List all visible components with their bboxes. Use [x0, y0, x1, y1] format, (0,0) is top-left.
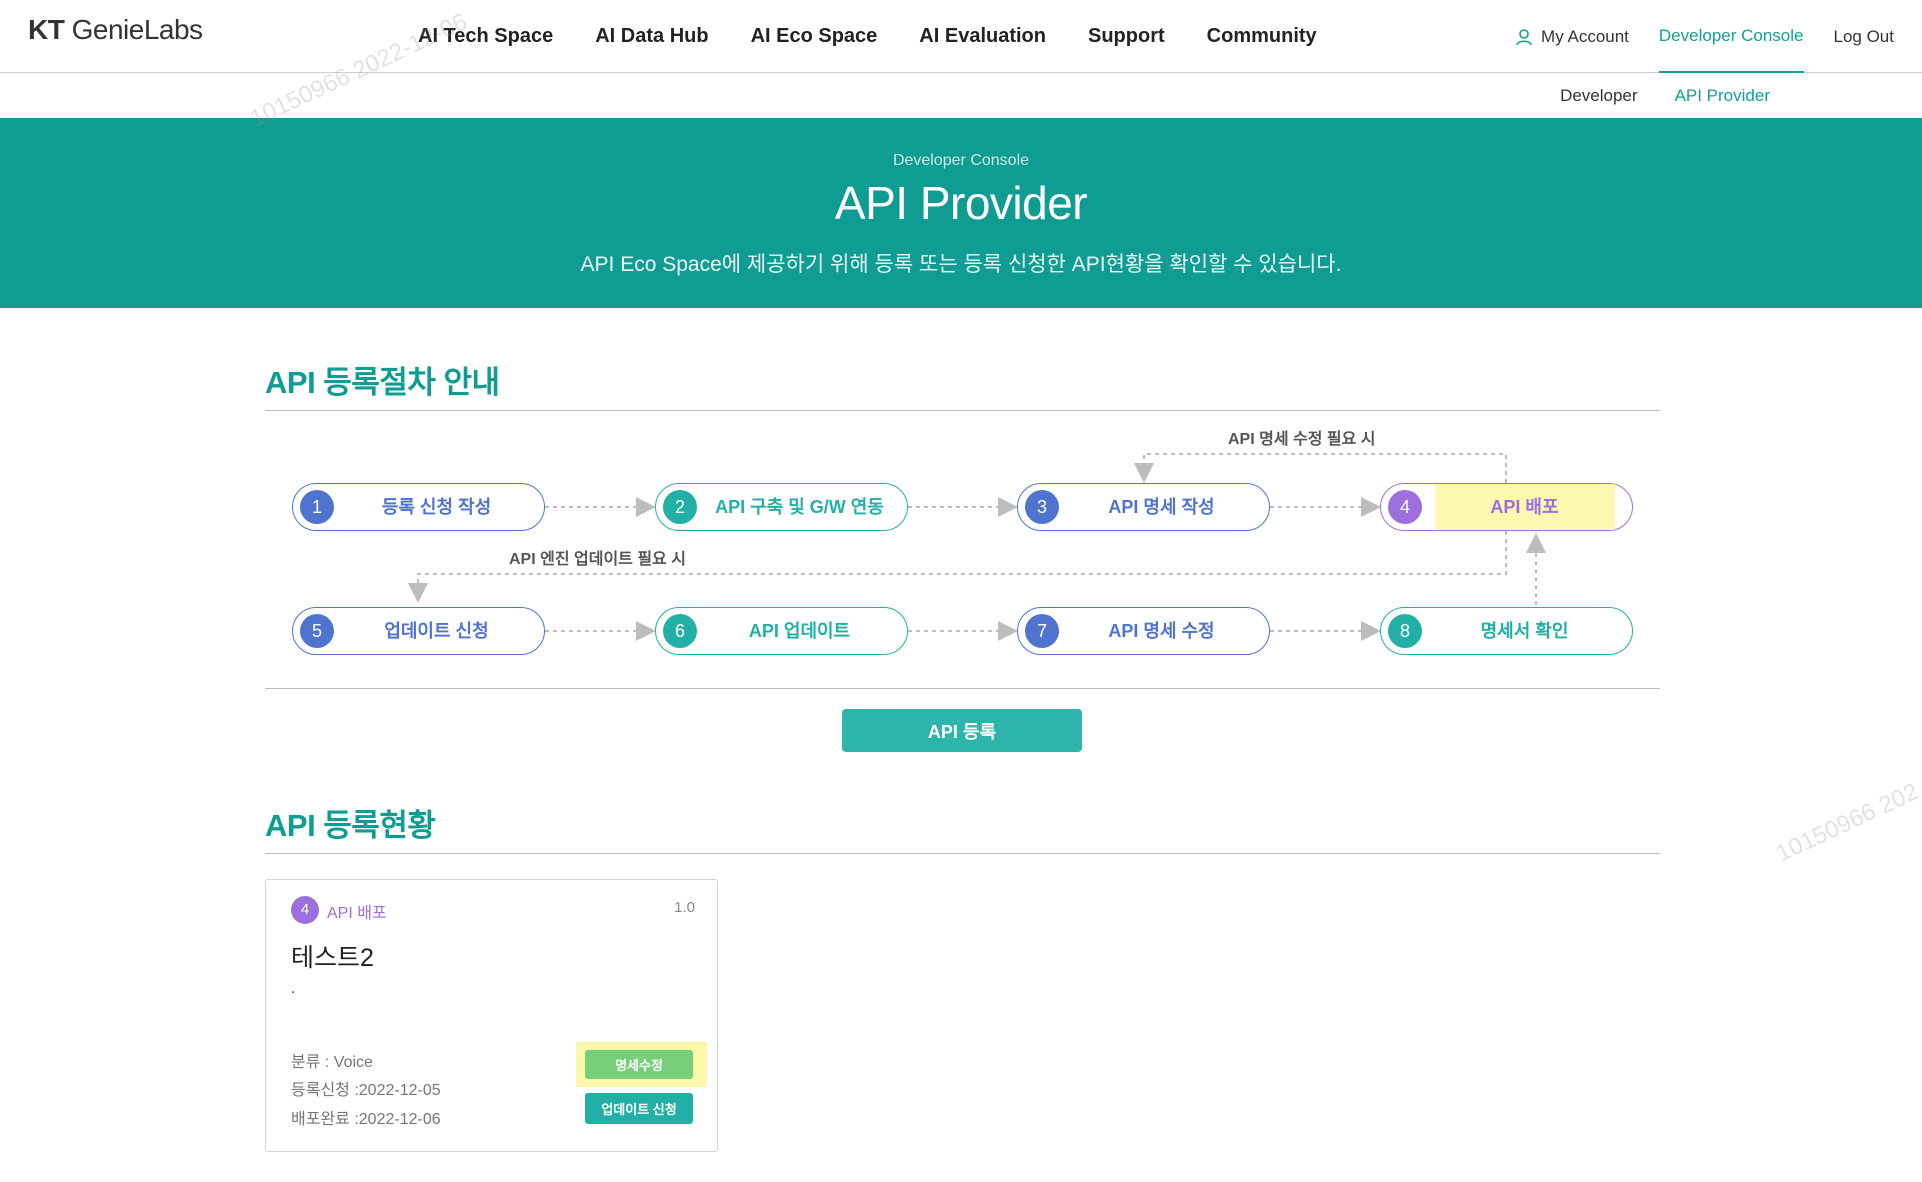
process-step-4: 4 API 배포: [1380, 483, 1633, 531]
section-divider: [265, 688, 1660, 689]
note-engine-update: API 엔진 업데이트 필요 시: [509, 551, 686, 568]
watermark: 10150966 202: [1772, 778, 1922, 868]
api-register-button[interactable]: API 등록: [842, 709, 1082, 752]
step-number: 6: [663, 614, 697, 648]
card-version: 1.0: [674, 899, 695, 916]
step-number: 1: [300, 490, 334, 524]
step-label: 등록 신청 작성: [381, 497, 492, 517]
api-card[interactable]: 4 API 배포 1.0 테스트2 . 분류 : Voice 등록신청 :202…: [265, 879, 718, 1152]
edit-spec-button[interactable]: 명세수정: [585, 1050, 693, 1079]
step-number: 2: [663, 490, 697, 524]
process-step-5: 5 업데이트 신청: [292, 607, 545, 655]
process-step-8: 8 명세서 확인: [1380, 607, 1633, 655]
step-number: 3: [1025, 490, 1059, 524]
process-step-7: 7 API 명세 수정: [1017, 607, 1270, 655]
update-request-button[interactable]: 업데이트 신청: [585, 1093, 693, 1124]
card-step-label: API 배포: [327, 905, 387, 922]
step-label: API 명세 수정: [1108, 621, 1215, 641]
step-label: API 명세 작성: [1108, 497, 1215, 517]
card-title[interactable]: 테스트2: [291, 938, 374, 974]
step-label: API 배포: [1490, 497, 1559, 517]
step-label: API 구축 및 G/W 연동: [715, 497, 884, 517]
card-category: 분류 : Voice: [291, 1054, 373, 1071]
step-label: 명세서 확인: [1480, 621, 1569, 641]
process-step-3: 3 API 명세 작성: [1017, 483, 1270, 531]
process-step-1: 1 등록 신청 작성: [292, 483, 545, 531]
process-step-6: 6 API 업데이트: [655, 607, 908, 655]
step-number: 4: [1388, 490, 1422, 524]
step-number: 5: [300, 614, 334, 648]
card-description: .: [291, 980, 296, 997]
status-section-title: API 등록현황: [265, 808, 436, 843]
process-step-2: 2 API 구축 및 G/W 연동: [655, 483, 908, 531]
section-divider: [265, 853, 1660, 854]
edit-button-highlight: 명세수정: [576, 1042, 707, 1087]
card-deployed-date: 배포완료 :2022-12-06: [291, 1111, 441, 1128]
step-label: 업데이트 신청: [384, 621, 489, 641]
card-step-number: 4: [291, 896, 319, 924]
step-label: API 업데이트: [748, 621, 851, 641]
card-requested-date: 등록신청 :2022-12-05: [291, 1082, 441, 1099]
step-number: 8: [1388, 614, 1422, 648]
step-number: 7: [1025, 614, 1059, 648]
note-spec-modification: API 명세 수정 필요 시: [1228, 431, 1376, 448]
